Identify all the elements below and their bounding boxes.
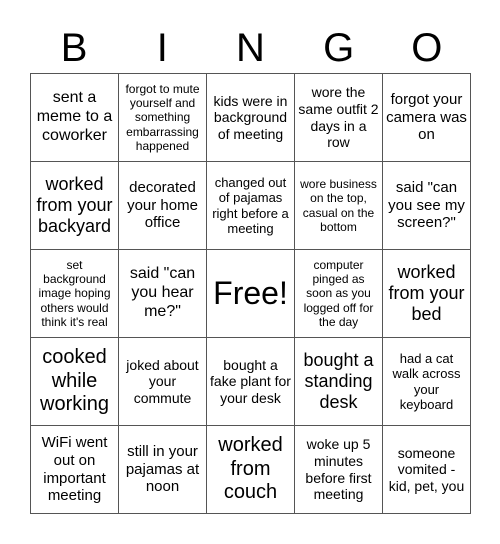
cell-text: set background image hoping others would… <box>38 258 111 329</box>
bingo-cell[interactable]: someone vomited - kid, pet, you <box>383 426 471 514</box>
bingo-cell[interactable]: forgot to mute yourself and something em… <box>119 74 207 162</box>
cell-text: woke up 5 minutes before first meeting <box>305 436 372 503</box>
header-letter-o: O <box>411 26 443 70</box>
cell-text: decorated your home office <box>127 178 198 232</box>
bingo-cell[interactable]: said "can you see my screen?" <box>383 162 471 250</box>
cell-text: worked from couch <box>218 434 283 504</box>
cell-text: kids were in background of meeting <box>213 92 288 142</box>
cell-text: joked about your commute <box>126 356 199 406</box>
free-space-cell[interactable]: Free! <box>207 250 295 338</box>
bingo-cell[interactable]: wore business on the top, casual on the … <box>295 162 383 250</box>
bingo-cell[interactable]: forgot your camera was on <box>383 74 471 162</box>
bingo-header: B I N G O <box>30 22 471 74</box>
cell-text: bought a standing desk <box>303 349 374 413</box>
cell-text: WiFi went out on important meeting <box>41 434 108 505</box>
bingo-cell[interactable]: wore the same outfit 2 days in a row <box>295 74 383 162</box>
bingo-cell[interactable]: decorated your home office <box>119 162 207 250</box>
header-letter-n: N <box>236 26 265 70</box>
bingo-cell[interactable]: had a cat walk across your keyboard <box>383 338 471 426</box>
bingo-cell[interactable]: worked from your backyard <box>31 162 119 250</box>
header-letter-g: G <box>323 26 355 70</box>
free-space-text: Free! <box>213 274 288 311</box>
bingo-cell[interactable]: woke up 5 minutes before first meeting <box>295 426 383 514</box>
header-letter-i: I <box>156 26 168 70</box>
cell-text: wore the same outfit 2 days in a row <box>298 84 379 151</box>
bingo-cell[interactable]: sent a meme to a coworker <box>31 74 119 162</box>
bingo-cell[interactable]: kids were in background of meeting <box>207 74 295 162</box>
header-letter-b: B <box>60 26 88 70</box>
cell-text: sent a meme to a coworker <box>36 89 113 144</box>
bingo-cell[interactable]: still in your pajamas at noon <box>119 426 207 514</box>
bingo-cell[interactable]: said "can you hear me?" <box>119 250 207 338</box>
cell-text: computer pinged as soon as you logged of… <box>303 258 374 329</box>
cell-text: said "can you see my screen?" <box>388 178 465 232</box>
cell-text: forgot your camera was on <box>386 90 467 144</box>
bingo-cell[interactable]: worked from couch <box>207 426 295 514</box>
bingo-cell[interactable]: computer pinged as soon as you logged of… <box>295 250 383 338</box>
cell-text: worked from your backyard <box>36 173 113 237</box>
bingo-cell[interactable]: bought a fake plant for your desk <box>207 338 295 426</box>
bingo-cell[interactable]: worked from your bed <box>383 250 471 338</box>
bingo-cell[interactable]: set background image hoping others would… <box>31 250 119 338</box>
cell-text: forgot to mute yourself and something em… <box>125 82 200 153</box>
cell-text: had a cat walk across your keyboard <box>392 350 461 412</box>
bingo-cell[interactable]: joked about your commute <box>119 338 207 426</box>
bingo-board: sent a meme to a coworker forgot to mute… <box>30 73 471 514</box>
bingo-cell[interactable]: cooked while working <box>31 338 119 426</box>
cell-text: said "can you hear me?" <box>129 265 196 320</box>
cell-text: bought a fake plant for your desk <box>210 356 291 406</box>
cell-text: cooked while working <box>40 346 109 416</box>
bingo-cell[interactable]: WiFi went out on important meeting <box>31 426 119 514</box>
cell-text: someone vomited - kid, pet, you <box>388 444 465 494</box>
cell-text: worked from your bed <box>388 261 465 325</box>
bingo-cell[interactable]: changed out of pajamas right before a me… <box>207 162 295 250</box>
bingo-cell[interactable]: bought a standing desk <box>295 338 383 426</box>
cell-text: wore business on the top, casual on the … <box>300 177 377 234</box>
cell-text: still in your pajamas at noon <box>125 442 200 496</box>
cell-text: changed out of pajamas right before a me… <box>212 174 289 236</box>
